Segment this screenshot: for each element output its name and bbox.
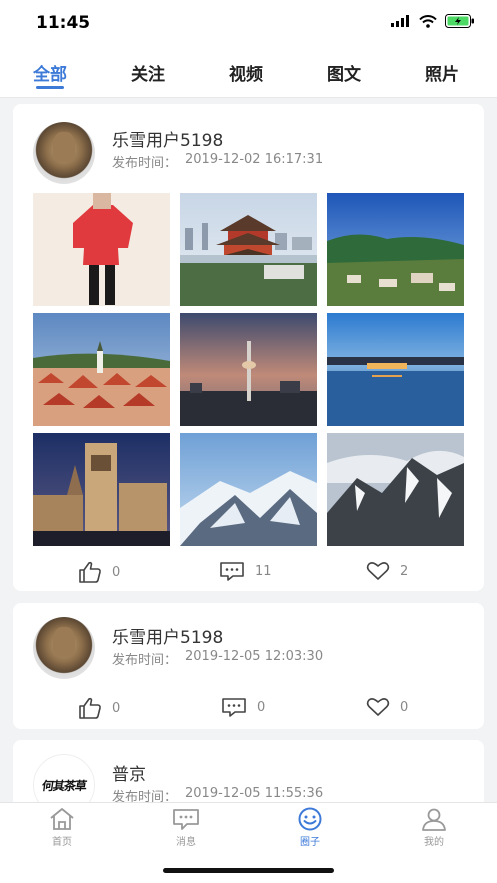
- active-tab-indicator: [36, 86, 64, 89]
- post-actions: 0 11 2: [13, 561, 484, 585]
- nav-circle-label: 圈子: [300, 837, 320, 848]
- like-button[interactable]: 0: [78, 561, 120, 583]
- comment-count: 0: [257, 699, 266, 715]
- photo-tv-tower-dusk[interactable]: [180, 313, 317, 426]
- avatar[interactable]: [33, 122, 95, 184]
- tab-video[interactable]: 视频: [229, 60, 263, 85]
- cellular-signal-icon: [391, 15, 409, 27]
- avatar[interactable]: [33, 617, 95, 679]
- post-time-value: 2019-12-05 12:03:30: [185, 649, 324, 664]
- nav-profile[interactable]: 我的: [404, 807, 464, 848]
- like-count: 0: [112, 564, 121, 580]
- nav-profile-label: 我的: [424, 837, 444, 848]
- post-time-value: 2019-12-02 16:17:31: [185, 152, 324, 167]
- comment-icon: [222, 698, 246, 717]
- nav-messages-label: 消息: [176, 837, 196, 848]
- favorite-button[interactable]: 2: [366, 561, 408, 581]
- post-card[interactable]: 乐雪用户5198 发布时间： 2019-12-02 16:17:31 0 11 …: [13, 104, 484, 591]
- tab-image-text[interactable]: 图文: [327, 60, 361, 85]
- post-username[interactable]: 乐雪用户5198: [112, 623, 223, 648]
- circle-smile-icon: [298, 807, 322, 831]
- category-tabs: 全部 关注 视频 图文 照片: [0, 48, 497, 98]
- status-bar: 11:45: [0, 0, 497, 48]
- wifi-icon: [419, 14, 437, 28]
- photo-lakeside-city-night[interactable]: [327, 313, 464, 426]
- thumbs-up-icon: [79, 561, 101, 583]
- user-icon: [422, 808, 446, 831]
- home-indicator: [163, 868, 334, 873]
- tab-follow[interactable]: 关注: [131, 60, 165, 85]
- post-card[interactable]: 乐雪用户5198 发布时间： 2019-12-05 12:03:30 0 0 0: [13, 603, 484, 729]
- avatar-calligraphy: 何其茶草: [40, 778, 87, 793]
- thumbs-up-icon: [79, 697, 101, 719]
- nav-circle[interactable]: 圈子: [280, 807, 340, 848]
- message-icon: [173, 809, 199, 830]
- photo-red-roof-old-town[interactable]: [33, 313, 170, 426]
- status-time: 11:45: [36, 13, 91, 33]
- photo-snowy-peaks-clouds[interactable]: [327, 433, 464, 546]
- tab-all[interactable]: 全部: [33, 60, 67, 85]
- favorite-count: 0: [400, 699, 409, 715]
- battery-charging-icon: [445, 14, 474, 28]
- post-username[interactable]: 普京: [112, 760, 146, 785]
- favorite-button[interactable]: 0: [366, 697, 408, 717]
- post-time: 发布时间： 2019-12-02 16:17:31: [112, 152, 323, 171]
- photo-chinese-pavilion-skyline[interactable]: [180, 193, 317, 306]
- heart-icon: [366, 562, 390, 580]
- comment-icon: [220, 562, 244, 581]
- favorite-count: 2: [400, 563, 409, 579]
- comment-button[interactable]: 0: [221, 697, 265, 717]
- post-time-label: 发布时间：: [112, 156, 178, 171]
- status-icons: [391, 14, 475, 28]
- like-count: 0: [112, 700, 121, 716]
- like-button[interactable]: 0: [78, 697, 120, 719]
- comment-count: 11: [255, 563, 272, 579]
- nav-messages[interactable]: 消息: [156, 807, 216, 848]
- tab-photo[interactable]: 照片: [425, 60, 459, 85]
- post-username[interactable]: 乐雪用户5198: [112, 126, 223, 151]
- post-time-label: 发布时间：: [112, 653, 178, 668]
- photo-grid: [33, 193, 464, 546]
- photo-person-in-red-jacket[interactable]: [33, 193, 170, 306]
- heart-icon: [366, 698, 390, 716]
- home-icon: [50, 808, 74, 830]
- photo-mountain-village-landscape[interactable]: [327, 193, 464, 306]
- nav-home[interactable]: 首页: [32, 807, 92, 848]
- nav-home-label: 首页: [52, 837, 72, 848]
- post-time: 发布时间： 2019-12-05 12:03:30: [112, 649, 323, 668]
- comment-button[interactable]: 11: [219, 561, 272, 581]
- photo-snowy-mountains[interactable]: [180, 433, 317, 546]
- post-actions: 0 0 0: [13, 697, 484, 721]
- photo-cathedral-night[interactable]: [33, 433, 170, 546]
